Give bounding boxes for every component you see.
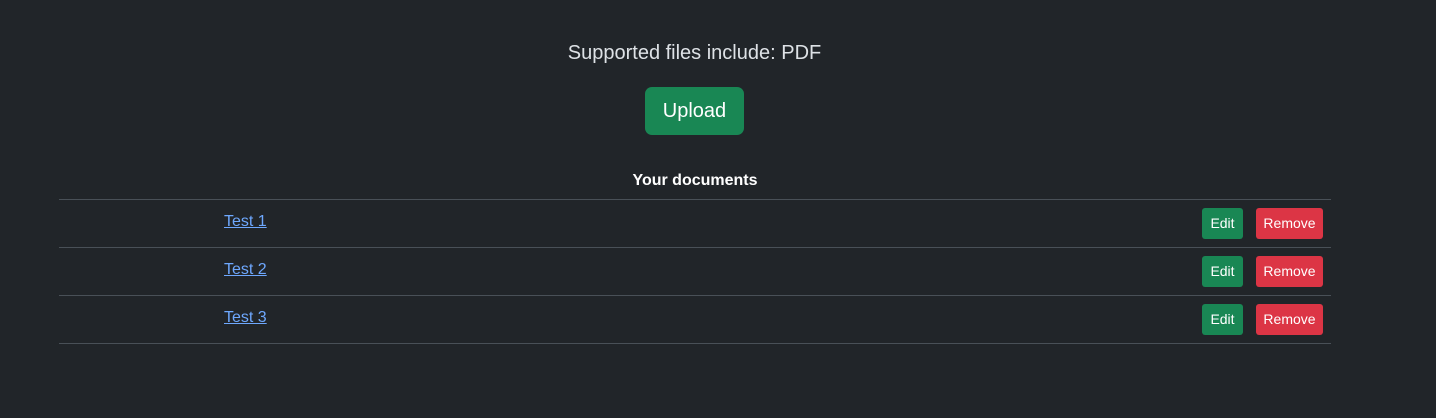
edit-button[interactable]: Edit [1202, 208, 1243, 239]
documents-table: Your documents Test 1 Edit Remove Test 2… [59, 162, 1331, 344]
remove-button[interactable]: Remove [1256, 208, 1323, 239]
page: Supported files include: PDF Upload Your… [0, 0, 1436, 418]
supported-files-text: Supported files include: PDF [567, 42, 822, 64]
remove-button[interactable]: Remove [1256, 256, 1323, 287]
document-link[interactable]: Test 1 [224, 212, 267, 232]
upload-button[interactable]: Upload [645, 87, 744, 135]
documents-table-header: Your documents [59, 162, 1331, 200]
remove-button[interactable]: Remove [1256, 304, 1323, 335]
document-link[interactable]: Test 3 [224, 308, 267, 328]
edit-button[interactable]: Edit [1202, 304, 1243, 335]
document-row: Test 1 Edit Remove [59, 200, 1331, 248]
edit-button[interactable]: Edit [1202, 256, 1243, 287]
document-link[interactable]: Test 2 [224, 260, 267, 280]
document-row: Test 3 Edit Remove [59, 296, 1331, 344]
document-row: Test 2 Edit Remove [59, 248, 1331, 296]
